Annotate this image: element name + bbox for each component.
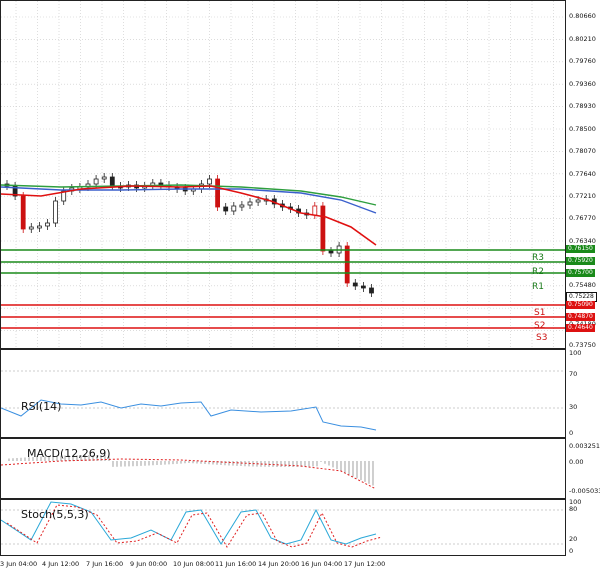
level-label-r3: R3 [532, 253, 544, 263]
price-chart-svg [1, 1, 565, 348]
price-tag-r2: 0.75920 [566, 257, 595, 265]
candle-body [369, 287, 374, 294]
macd-signal-line [1, 458, 377, 490]
price-tick: 0.80210 [569, 35, 596, 43]
price-tick: 0.77210 [569, 192, 596, 200]
candle-body [215, 178, 221, 208]
time-label: 10 Jun 08:00 [173, 560, 215, 568]
price-axis: 0.80660 0.80210 0.79760 0.79360 0.78930 … [566, 0, 600, 349]
candle-body [53, 200, 58, 224]
macd-title: MACD(12,26,9) [27, 447, 111, 460]
time-label: 17 Jun 12:00 [344, 560, 386, 568]
candle-body [223, 206, 229, 212]
price-tick: 0.78930 [569, 102, 596, 110]
price-tick: 0.76340 [569, 237, 596, 245]
grid [1, 1, 565, 348]
price-tick: 0.77640 [569, 170, 596, 178]
candle-body [255, 199, 261, 203]
price-tick: 0.78500 [569, 125, 596, 133]
price-tag-s3: 0.74640 [566, 324, 595, 332]
time-label: 9 Jun 00:00 [130, 560, 168, 568]
rsi-tick: 0 [569, 429, 574, 437]
price-tick: 0.75480 [569, 281, 596, 289]
candle-body [109, 176, 115, 187]
price-tick: 0.79360 [569, 80, 596, 88]
macd-tick: 0.00 [569, 458, 584, 466]
stoch-tick: 80 [569, 505, 578, 513]
time-axis: 3 Jun 04:00 4 Jun 12:00 7 Jun 16:00 9 Ju… [0, 556, 566, 578]
price-tick: 0.78070 [569, 147, 596, 155]
candle-body [239, 204, 245, 208]
rsi-tick: 30 [569, 403, 578, 411]
stoch-tick: 20 [569, 535, 578, 543]
macd-axis: 0.003251 0.00 -0.005033 [566, 438, 600, 499]
rsi-svg [1, 370, 565, 431]
rsi-tick: 70 [569, 370, 578, 378]
level-label-r2: R2 [532, 267, 544, 277]
time-label: 4 Jun 12:00 [42, 560, 80, 568]
time-label: 3 Jun 04:00 [0, 560, 38, 568]
candle-body [101, 176, 107, 180]
candle-body [45, 222, 50, 227]
candles [4, 173, 374, 297]
price-tag-s2: 0.74870 [566, 313, 595, 321]
price-tag-r1: 0.75700 [566, 269, 595, 277]
rsi-panel[interactable]: RSI(14) [0, 349, 566, 438]
level-label-s2: S2 [534, 321, 546, 331]
candle-body [207, 178, 212, 185]
candle-body [28, 226, 34, 230]
candle-body [37, 225, 42, 229]
macd-panel[interactable]: MACD(12,26,9) [0, 438, 566, 499]
time-label: 16 Jun 04:00 [301, 560, 343, 568]
candle-body [247, 201, 253, 206]
rsi-axis: 100 70 30 0 [566, 349, 600, 438]
time-label: 7 Jun 16:00 [86, 560, 124, 568]
pivot-level-lines [1, 249, 565, 329]
price-tick: 0.80660 [569, 12, 596, 20]
main-chart-panel[interactable]: R3 R2 R1 S1 S2 S3 [0, 0, 566, 349]
candle-body [344, 245, 350, 284]
stoch-title: Stoch(5,5,3) [21, 508, 89, 521]
rsi-tick: 100 [569, 349, 582, 357]
macd-tick: 0.003251 [569, 442, 600, 450]
price-tick: 0.73750 [569, 341, 596, 349]
stoch-tick: 0 [569, 547, 574, 555]
candle-body [312, 205, 318, 216]
macd-tick: -0.005033 [569, 487, 600, 495]
candle-body [360, 285, 366, 289]
price-tag-s1: 0.75090 [566, 301, 595, 309]
time-label: 11 Jun 16:00 [215, 560, 257, 568]
level-label-r1: R1 [532, 282, 544, 292]
rsi-title: RSI(14) [21, 400, 62, 413]
candle-body [20, 195, 26, 230]
time-label: 14 Jun 20:00 [258, 560, 300, 568]
price-tick: 0.79760 [569, 57, 596, 65]
stoch-panel[interactable]: Stoch(5,5,3) [0, 499, 566, 556]
candle-body [231, 205, 237, 212]
candle-body [352, 282, 358, 287]
level-label-s3: S3 [536, 333, 548, 343]
price-tag-r3: 0.76150 [566, 245, 595, 253]
candle-body [328, 250, 334, 254]
price-tick: 0.76770 [569, 214, 596, 222]
candle-body [93, 178, 99, 185]
stoch-axis: 100 80 20 0 [566, 498, 600, 556]
level-label-s1: S1 [534, 308, 546, 318]
candle-body [320, 205, 326, 252]
